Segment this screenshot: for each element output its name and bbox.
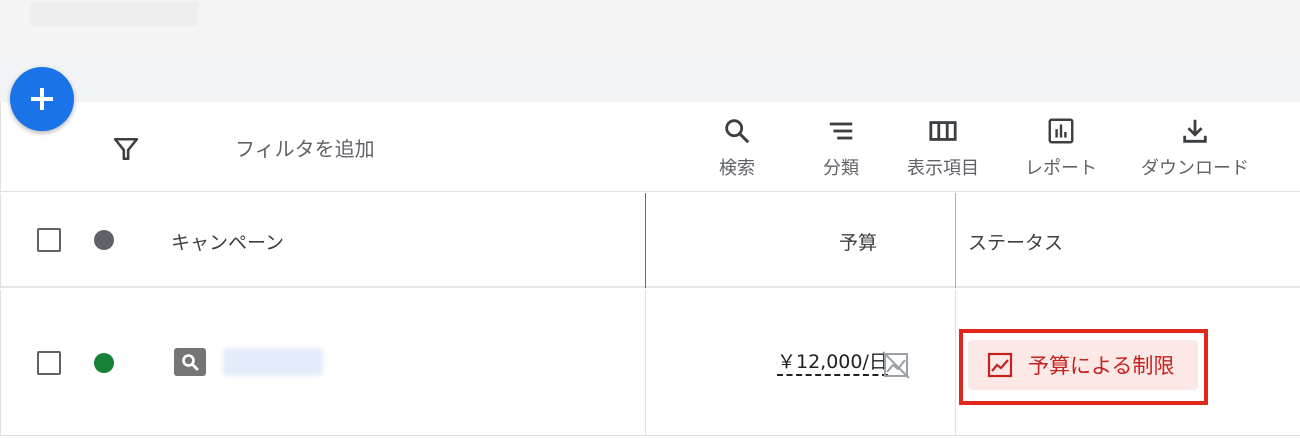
table-toolbar: フィルタを追加 検索 分類 表示項目 レポート ダウンロード	[0, 102, 1300, 192]
header-status-dot[interactable]	[94, 230, 114, 250]
columns-label: 表示項目	[907, 158, 979, 179]
report-label: レポート	[1025, 158, 1097, 179]
segment-button[interactable]: 分類	[823, 116, 859, 180]
search-label: 検索	[719, 158, 755, 179]
top-bar	[0, 0, 1300, 52]
plus-icon	[31, 88, 53, 110]
filter-icon[interactable]	[113, 136, 139, 162]
report-button[interactable]: レポート	[1025, 116, 1097, 180]
campaign-column-header[interactable]: キャンペーン	[171, 228, 284, 255]
sub-bar	[0, 52, 1300, 102]
budget-column-header[interactable]: 予算	[839, 228, 877, 255]
report-icon	[1048, 118, 1074, 144]
column-resize-handle[interactable]	[645, 193, 646, 288]
blurred-title	[30, 2, 198, 26]
select-all-checkbox[interactable]	[37, 228, 61, 252]
row-checkbox[interactable]	[37, 351, 61, 375]
campaign-status-dot[interactable]	[94, 353, 114, 373]
table-header-row: キャンペーン 予算 ステータス	[0, 193, 1300, 288]
add-campaign-button[interactable]	[10, 67, 74, 131]
search-button[interactable]: 検索	[719, 116, 755, 180]
column-resize-handle[interactable]	[955, 193, 956, 288]
status-column-header[interactable]: ステータス	[968, 228, 1063, 255]
download-label: ダウンロード	[1141, 158, 1249, 179]
budget-value[interactable]: ￥12,000/日	[777, 350, 888, 376]
column-divider	[955, 290, 956, 436]
segment-icon	[829, 122, 853, 140]
no-chart-icon[interactable]	[881, 350, 911, 380]
segment-label: 分類	[823, 158, 859, 179]
table-row: ￥12,000/日 予算による制限	[0, 290, 1300, 436]
search-icon	[725, 119, 749, 143]
columns-icon	[929, 121, 957, 141]
column-divider	[645, 290, 646, 436]
highlight-box	[959, 329, 1208, 405]
download-icon	[1183, 119, 1207, 143]
campaign-name-link[interactable]	[223, 348, 323, 376]
download-button[interactable]: ダウンロード	[1141, 116, 1249, 180]
columns-button[interactable]: 表示項目	[907, 116, 979, 180]
add-filter-input[interactable]: フィルタを追加	[235, 133, 375, 162]
search-campaign-icon	[174, 348, 206, 376]
